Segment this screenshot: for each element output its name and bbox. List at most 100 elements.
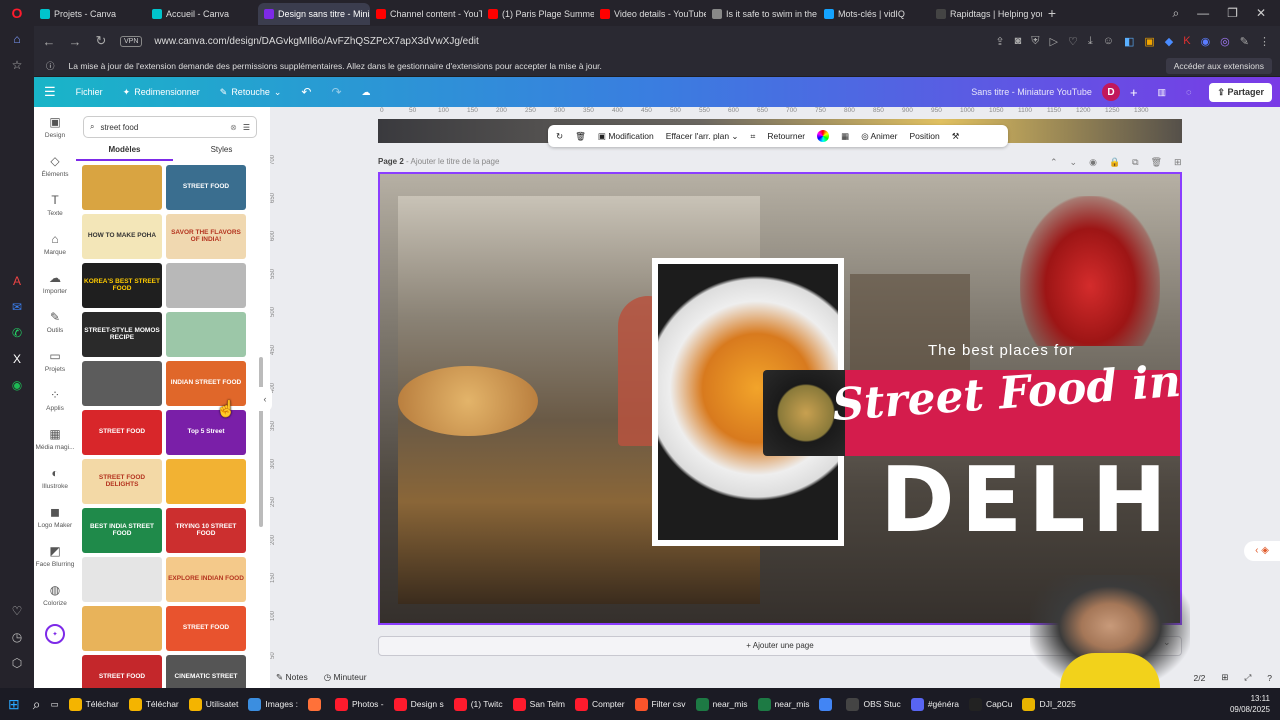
heart-icon[interactable]: ♡ [0,598,34,624]
messenger-icon[interactable]: ✉ [0,294,34,320]
browser-tab[interactable]: Video details - YouTube St [594,3,706,25]
flip-button[interactable]: Retourner [767,131,805,141]
template-thumbnail[interactable] [82,165,162,210]
template-thumbnail[interactable]: STREET FOOD [166,165,246,210]
rail-item-7[interactable]: ⁘ Applis [34,380,76,419]
position-button[interactable]: Position [909,131,939,141]
tab-styles[interactable]: Styles [173,145,270,161]
taskbar-app[interactable]: Images : [243,697,303,711]
search-input[interactable]: street food [100,123,224,132]
rail-item-4[interactable]: ☁ Importer [34,263,76,302]
eyedropper-icon[interactable]: ✎ [1240,35,1249,48]
subtitle-text[interactable]: The best places for [928,342,1075,359]
rotate-icon[interactable]: ↻ [556,131,563,142]
bg-remover-button[interactable]: Effacer l'arr. plan ⌄ [666,131,739,142]
browser-tab[interactable]: (1) Paris Plage Summer To [482,3,594,25]
new-tab-button[interactable]: + [1042,5,1062,21]
template-thumbnail[interactable]: EXPLORE INDIAN FOOD [166,557,246,602]
taskbar-app[interactable]: DJI_2025 [1017,697,1080,711]
url-field[interactable]: www.canva.com/design/DAGvkgMIl6o/AvFZhQS… [154,36,983,47]
page-count[interactable]: 2/2 [1194,673,1206,683]
template-search[interactable]: ⌕ street food ⊗ ☰ [83,116,257,138]
undo-icon[interactable]: ↶ [291,85,321,99]
template-thumbnail[interactable]: STREET FOOD DELIGHTS [82,459,162,504]
rail-item-11[interactable]: ◩ Face Blurring [34,536,76,575]
hamburger-menu-icon[interactable]: ☰ [34,84,66,100]
grid-view-icon[interactable]: ⊞ [1221,672,1228,683]
share-button[interactable]: ⇪ Partager [1209,82,1272,102]
rail-item-6[interactable]: ▭ Projets [34,341,76,380]
template-thumbnail[interactable] [82,606,162,651]
page-title-hint[interactable]: - Ajouter le titre de la page [406,157,499,166]
template-thumbnail[interactable] [82,557,162,602]
edit-image-button[interactable]: ▣ Modification [598,131,654,142]
resize-button[interactable]: ✦ Redimensionner [113,87,210,98]
shield-icon[interactable]: ⛨ [1031,35,1039,48]
paint-format-icon[interactable]: ⚒ [952,131,960,142]
home-icon[interactable]: ⌂ [0,26,34,52]
browser-tab[interactable]: Projets - Canva [34,3,146,25]
open-extensions-button[interactable]: Accéder aux extensions [1165,58,1272,74]
add-collaborator-icon[interactable]: + [1120,85,1148,100]
redo-icon[interactable]: ↷ [321,85,351,99]
rail-item-2[interactable]: T Texte [34,185,76,224]
vpn-badge[interactable]: VPN [120,35,143,47]
template-thumbnail[interactable]: STREET FOOD [166,606,246,651]
menu-icon[interactable]: ⋮ [1259,35,1270,48]
taskbar-app[interactable]: Utilisatet [184,697,244,711]
star-icon[interactable]: ☆ [0,52,34,78]
transparency-icon[interactable]: ▦ [841,131,849,142]
taskbar-app[interactable]: Téléchar [64,697,124,711]
magic-assistant-icon[interactable]: ✦ [34,614,76,653]
rail-item-3[interactable]: ⌂ Marque [34,224,76,263]
template-thumbnail[interactable] [82,361,162,406]
task-view-icon[interactable]: ▭ [46,699,64,710]
trash-icon[interactable]: 🗑 [575,131,586,142]
extension-a-icon[interactable]: ◧ [1124,35,1134,48]
browser-tab[interactable]: Design sans titre - Miniat [258,3,370,25]
profile-icon[interactable]: ☺ [1103,35,1114,48]
taskbar-app[interactable]: Photos - [330,697,389,711]
extension-e-icon[interactable]: ◉ [1201,35,1211,48]
taskbar-app[interactable]: (1) Twitc [449,697,508,711]
crop-icon[interactable]: ⌗ [751,131,756,142]
tab-templates[interactable]: Modèles [76,145,173,161]
taskbar-app[interactable]: OBS Stuc [841,697,905,711]
template-thumbnail[interactable]: KOREA'S BEST STREET FOOD [82,263,162,308]
taskbar-app[interactable]: Compter [570,697,630,711]
start-icon[interactable]: ⊞ [0,696,28,713]
extension-d-icon[interactable]: K [1183,35,1190,48]
color-wheel-icon[interactable] [817,130,830,142]
cloud-save-icon[interactable]: ☁ [352,87,381,98]
comment-icon[interactable]: ◌ [1176,87,1201,97]
spotify-icon[interactable]: ◉ [0,372,34,398]
taskbar-app[interactable] [814,697,841,711]
filter-icon[interactable]: ☰ [243,123,250,132]
back-icon[interactable]: ← [42,34,56,49]
play-icon[interactable]: ▷ [1049,35,1057,48]
extension-f-icon[interactable]: ◎ [1220,35,1230,48]
template-thumbnail[interactable]: HOW TO MAKE POHA [82,214,162,259]
close-icon[interactable]: ✕ [1256,6,1266,21]
design-page[interactable]: The best places for Street Food in DELHI [378,172,1182,625]
taskbar-app[interactable]: Téléchar [124,697,184,711]
aria-icon[interactable]: A [0,268,34,294]
forward-icon[interactable]: → [68,34,82,49]
taskbar-app[interactable]: #généra [906,697,964,711]
taskbar-app[interactable]: near_mis [753,697,815,711]
extension-b-icon[interactable]: ▣ [1144,35,1154,48]
extensions-icon[interactable]: ⬡ [0,650,34,676]
analytics-icon[interactable]: ▥ [1148,87,1177,98]
rail-item-10[interactable]: ◼ Logo Maker [34,497,76,536]
x-icon[interactable]: X [0,346,34,372]
browser-tab[interactable]: Is it safe to swim in the Se [706,3,818,25]
timer-button[interactable]: ◷ Minuteur [324,672,367,683]
avatar[interactable]: D [1101,83,1120,101]
retouch-menu[interactable]: ✎ Retouche ⌄ [210,87,292,98]
history-icon[interactable]: ◷ [0,624,34,650]
template-thumbnail[interactable]: STREET-STYLE MOMOS RECIPE [82,312,162,357]
delete-page-icon[interactable]: 🗑 [1151,157,1162,168]
add-page-icon[interactable]: ⊞ [1174,157,1182,168]
template-thumbnail[interactable] [166,459,246,504]
page-label[interactable]: Page 2 - Ajouter le titre de la page [378,157,499,166]
